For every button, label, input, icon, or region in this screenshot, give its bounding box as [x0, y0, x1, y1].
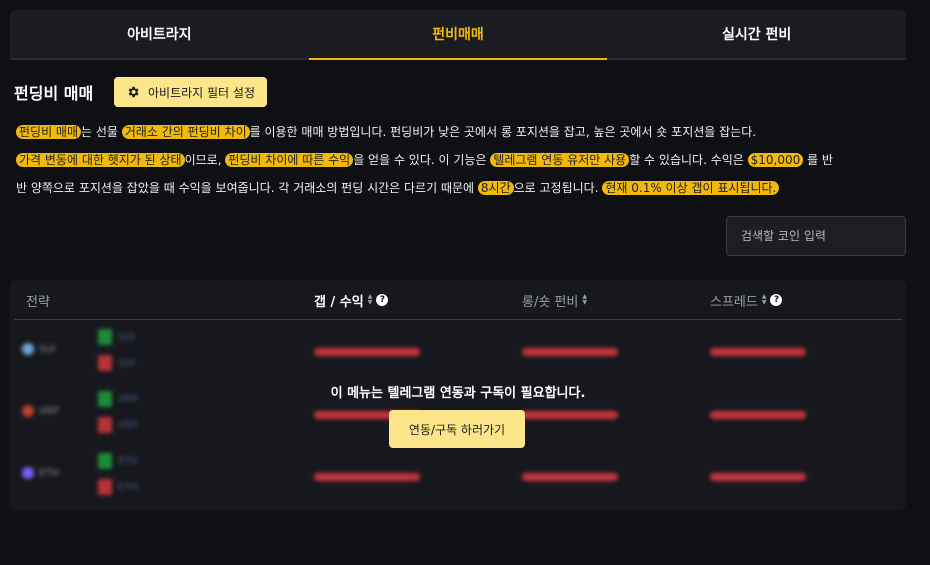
highlight: 펀딩비 차이에 따른 수익	[225, 153, 354, 167]
short-leg: SUI	[98, 355, 135, 371]
short-icon	[98, 479, 112, 495]
header-label: 스프레드	[710, 294, 758, 310]
coin-logo-icon	[22, 343, 34, 355]
coin-symbol: ETH	[39, 467, 59, 479]
highlight: 거래소 간의 펀딩비 차이	[121, 125, 250, 139]
short-leg: XRP	[98, 417, 138, 433]
description-line-1: 펀딩비 매매 는 선물 거래소 간의 펀딩비 차이 를 이용한 매매 방법입니다. …	[16, 118, 912, 146]
spread-bar	[710, 411, 806, 419]
tab-funding-trade[interactable]: 펀비매매	[308, 10, 608, 60]
description-line-2: 가격 변동에 대한 헷지가 된 상태 이므로, 펀딩비 차이에 따른 수익 을 얻을…	[16, 146, 912, 174]
coin-logo-icon	[22, 467, 34, 479]
help-icon[interactable]: ?	[376, 294, 389, 306]
table-row: ETH ETH ETH	[10, 445, 906, 507]
spread-bar	[710, 348, 806, 356]
text: 를 이용한 매매 방법입니다. 펀딩비가 낮은 곳에서 롱 포지션을 잡고, 높…	[249, 125, 757, 139]
leg-symbol: SUI	[118, 357, 135, 369]
coin-cell: SUI	[22, 343, 56, 355]
highlight: 현재 0.1% 이상 갭이 표시됩니다.	[602, 181, 780, 195]
coin-cell: ETH	[22, 467, 59, 479]
gap-profit-bar	[314, 473, 420, 481]
page-title: 펀딩비 매매	[14, 84, 94, 103]
gap-profit-bar	[314, 348, 420, 356]
funding-bar	[522, 411, 618, 419]
tab-arbitrage[interactable]: 아비트라지	[10, 10, 309, 58]
short-icon	[98, 417, 112, 433]
leg-symbol: SUI	[118, 331, 135, 343]
description: 펀딩비 매매 는 선물 거래소 간의 펀딩비 차이 를 이용한 매매 방법입니다. …	[16, 118, 912, 202]
filter-button-label: 아비트라지 필터 설정	[148, 85, 255, 100]
subscribe-button[interactable]: 연동/구독 하러가기	[389, 410, 525, 448]
long-icon	[98, 329, 112, 345]
text: 할 수 있습니다. 수익은	[629, 153, 748, 167]
header-strategy: 전략	[26, 280, 50, 320]
coin-symbol: XRP	[39, 405, 59, 417]
table-header: 전략 갭 / 수익 ▲ ▼ ? 롱/숏 펀비 ▲ ▼ 스프레드 ▲ ▼ ?	[14, 280, 902, 320]
coin-symbol: SUI	[39, 343, 56, 355]
funding-bar	[522, 348, 618, 356]
overlay-message: 이 메뉴는 텔레그램 연동과 구독이 필요합니다.	[330, 386, 586, 401]
spread-bar	[710, 473, 806, 481]
highlight: 텔레그램 연동 유저만 사용	[490, 153, 630, 167]
coin-logo-icon	[22, 405, 34, 417]
long-icon	[98, 453, 112, 469]
header-label: 갭 / 수익	[314, 294, 364, 310]
text: 반 양쪽으로 포지션을 잡았을 때 수익을 보여줍니다. 각 거래소의 펀딩 시…	[16, 181, 478, 195]
sort-icon[interactable]: ▲ ▼	[582, 294, 587, 306]
short-icon	[98, 355, 112, 371]
header-label: 전략	[26, 294, 50, 310]
text: 이므로,	[184, 153, 226, 167]
leg-symbol: ETH	[118, 481, 138, 493]
gear-icon	[126, 85, 140, 99]
header-long-short-funding[interactable]: 롱/숏 펀비 ▲ ▼	[522, 280, 587, 320]
highlight: $10,000	[747, 153, 804, 167]
leg-symbol: XRP	[118, 419, 138, 431]
table-row: SUI SUI SUI	[10, 321, 906, 383]
highlight: 8시간	[477, 181, 514, 195]
funding-bar	[522, 473, 618, 481]
coin-search-input[interactable]	[726, 216, 906, 256]
short-leg: ETH	[98, 479, 138, 495]
text: 는 선물	[81, 125, 122, 139]
leg-symbol: ETH	[118, 455, 138, 467]
tab-bar: 아비트라지 펀비매매 실시간 펀비	[10, 10, 906, 60]
text: 으로 고정됩니다.	[513, 181, 603, 195]
help-icon[interactable]: ?	[770, 294, 783, 306]
long-leg: SUI	[98, 329, 135, 345]
coin-cell: XRP	[22, 405, 59, 417]
long-leg: ETH	[98, 453, 138, 469]
highlight: 가격 변동에 대한 헷지가 된 상태	[16, 153, 185, 167]
tab-realtime-funding[interactable]: 실시간 펀비	[607, 10, 906, 58]
highlight: 펀딩비 매매	[16, 125, 82, 139]
description-line-3: 반 양쪽으로 포지션을 잡았을 때 수익을 보여줍니다. 각 거래소의 펀딩 시…	[16, 174, 912, 202]
header-gap-profit[interactable]: 갭 / 수익 ▲ ▼ ?	[314, 280, 389, 320]
sort-icon[interactable]: ▲ ▼	[762, 294, 767, 306]
text: 을 얻을 수 있다. 이 기능은	[353, 153, 491, 167]
text: 를 반	[803, 153, 833, 167]
sort-icon[interactable]: ▲ ▼	[368, 294, 373, 306]
header-spread[interactable]: 스프레드 ▲ ▼ ?	[710, 280, 783, 320]
arbitrage-filter-button[interactable]: 아비트라지 필터 설정	[114, 77, 267, 107]
header-label: 롱/숏 펀비	[522, 294, 579, 310]
